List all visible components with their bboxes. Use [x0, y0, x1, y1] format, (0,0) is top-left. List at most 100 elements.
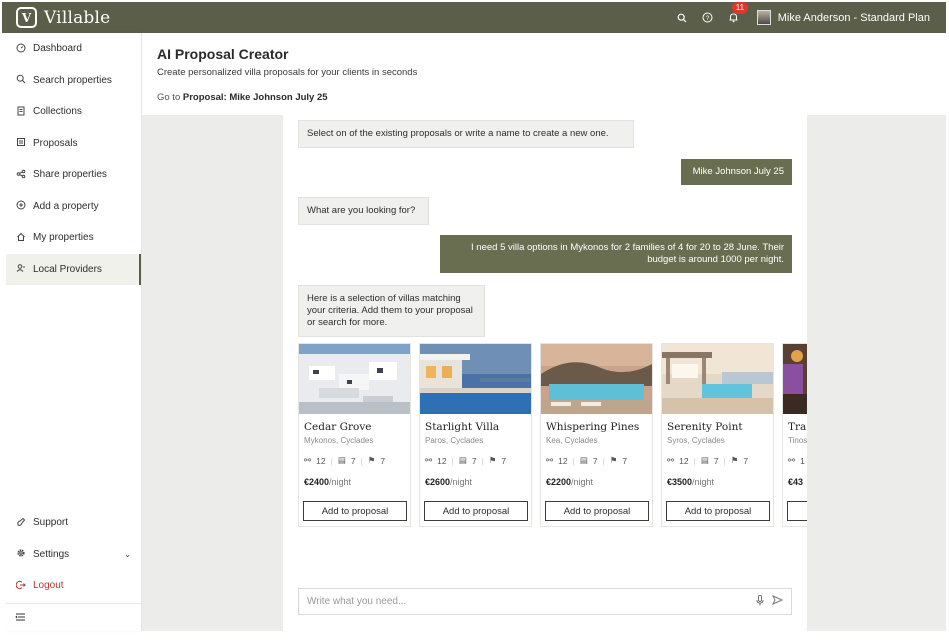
bot-message: Here is a selection of villas matching y…	[298, 285, 485, 337]
user-message: I need 5 villa options in Mykonos for 2 …	[440, 235, 792, 273]
villa-price: €2400/night	[304, 477, 352, 487]
sidebar-item-my-properties[interactable]: My properties	[6, 222, 141, 254]
guests-icon: ⚯	[788, 455, 796, 465]
sidebar-item-search-properties[interactable]: Search properties	[6, 65, 141, 97]
sidebar-item-label: Settings	[33, 548, 70, 560]
villa-location: Tinos	[788, 436, 807, 445]
bathrooms-count: 7	[501, 455, 507, 466]
goto-proposal-link[interactable]: Proposal: Mike Johnson July 25	[183, 92, 328, 103]
villa-specs: ⚯ 12 | ▤ 7 | ⚑ 7	[546, 455, 628, 466]
add-to-proposal-button[interactable]: Add to proposal	[666, 501, 770, 521]
sidebar: Dashboard Search properties Collections …	[6, 33, 142, 631]
brand-logo: V	[16, 7, 37, 28]
user-name[interactable]: Mike Anderson - Standard Plan	[778, 12, 930, 24]
guests-count: 12	[558, 455, 568, 466]
chat-input[interactable]	[307, 596, 756, 607]
sidebar-item-label: Logout	[33, 580, 64, 592]
sidebar-item-label: Collections	[33, 106, 82, 118]
add-to-proposal-button[interactable]: Add to proposal	[303, 501, 407, 521]
villa-name[interactable]: Starlight Villa	[425, 421, 531, 433]
sidebar-item-label: Support	[33, 517, 69, 529]
guests-count: 1	[800, 455, 805, 466]
microphone-icon[interactable]	[756, 594, 764, 609]
support-icon	[15, 517, 27, 529]
sidebar-item-local-providers[interactable]: Local Providers	[6, 253, 141, 285]
villa-price: €2600/night	[425, 477, 473, 487]
villa-name[interactable]: Cedar Grove	[304, 421, 410, 433]
villa-price: €2200/night	[546, 477, 594, 487]
villa-photo	[662, 344, 773, 414]
villa-card[interactable]: Serenity Point Syros, Cyclades ⚯ 12 | ▤ 7 …	[661, 343, 774, 527]
avatar[interactable]	[756, 10, 771, 25]
villa-price: €3500/night	[667, 477, 715, 487]
villa-specs: ⚯ 1	[788, 455, 807, 466]
guests-icon: ⚯	[546, 455, 554, 465]
sidebar-bottom: Support Settings ⌄ Logout	[6, 507, 141, 602]
sidebar-item-support[interactable]: Support	[6, 507, 141, 539]
providers-icon	[15, 263, 27, 275]
logout-icon	[15, 580, 27, 592]
goto-proposal: Go to Proposal: Mike Johnson July 25	[157, 92, 328, 103]
page-title: AI Proposal Creator	[157, 46, 289, 62]
user-message: Mike Johnson July 25	[681, 159, 792, 185]
villa-photo	[420, 344, 531, 414]
villa-name[interactable]: Serenity Point	[667, 421, 773, 433]
share-icon	[15, 169, 27, 181]
collapse-menu-icon	[15, 611, 26, 625]
sidebar-item-label: Proposals	[33, 137, 78, 149]
bath-icon: ⚑	[609, 455, 618, 465]
chat-input-bar	[298, 588, 792, 615]
villa-photo	[783, 344, 807, 414]
search-icon	[15, 74, 27, 86]
gear-icon	[15, 548, 27, 560]
sidebar-item-label: Dashboard	[33, 43, 82, 55]
help-icon[interactable]: ?	[701, 11, 715, 25]
add-to-proposal-button[interactable]: Add to proposal	[424, 501, 528, 521]
collections-icon	[15, 106, 27, 118]
bath-icon: ⚑	[488, 455, 497, 465]
sidebar-item-label: Share properties	[33, 169, 107, 181]
villa-location: Syros, Cyclades	[667, 436, 725, 445]
sidebar-item-settings[interactable]: Settings ⌄	[6, 539, 141, 571]
villa-specs: ⚯ 12 | ▤ 7 | ⚑ 7	[304, 455, 386, 466]
sidebar-item-logout[interactable]: Logout	[6, 570, 141, 602]
sidebar-item-add-property[interactable]: Add a property	[6, 191, 141, 223]
add-to-proposal-button[interactable]: A	[787, 501, 807, 521]
search-icon[interactable]	[675, 11, 689, 25]
bathrooms-count: 7	[743, 455, 749, 466]
villa-cards: Cedar Grove Mykonos, Cyclades ⚯ 12 | ▤ 7 |…	[298, 343, 807, 529]
villa-location: Paros, Cyclades	[425, 436, 484, 445]
bell-icon[interactable]: 11	[727, 1, 749, 25]
guests-icon: ⚯	[667, 455, 675, 465]
villa-photo	[299, 344, 410, 414]
villa-card[interactable]: Tra Tinos ⚯1 €43 A	[782, 343, 807, 527]
sidebar-item-collections[interactable]: Collections	[6, 96, 141, 128]
sidebar-item-share-properties[interactable]: Share properties	[6, 159, 141, 191]
brand-name: Villable	[44, 7, 111, 28]
villa-card[interactable]: Starlight Villa Paros, Cyclades ⚯ 12 | ▤ 7…	[419, 343, 532, 527]
sidebar-nav: Dashboard Search properties Collections …	[6, 33, 141, 285]
sidebar-item-label: Local Providers	[33, 263, 102, 275]
bath-icon: ⚑	[367, 455, 376, 465]
villa-card[interactable]: Whispering Pines Kea, Cyclades ⚯ 12 | ▤ 7 …	[540, 343, 653, 527]
guests-count: 12	[437, 455, 447, 466]
send-icon[interactable]	[771, 594, 784, 608]
bot-message: Select on of the existing proposals or w…	[298, 120, 634, 148]
bot-message: What are you looking for?	[298, 197, 429, 225]
goto-prefix: Go to	[157, 92, 181, 103]
villa-card[interactable]: Cedar Grove Mykonos, Cyclades ⚯ 12 | ▤ 7 |…	[298, 343, 411, 527]
brand[interactable]: V Villable	[16, 7, 110, 28]
villa-location: Kea, Cyclades	[546, 436, 598, 445]
notification-badge: 11	[731, 1, 749, 14]
bed-icon: ▤	[700, 455, 709, 465]
bedrooms-count: 7	[592, 455, 598, 466]
sidebar-item-dashboard[interactable]: Dashboard	[6, 33, 141, 65]
villa-specs: ⚯ 12 | ▤ 7 | ⚑ 7	[425, 455, 507, 466]
collapse-sidebar-button[interactable]	[6, 603, 141, 631]
sidebar-item-proposals[interactable]: Proposals	[6, 128, 141, 160]
add-to-proposal-button[interactable]: Add to proposal	[545, 501, 649, 521]
sidebar-item-label: Search properties	[33, 74, 112, 86]
villa-name[interactable]: Tra	[788, 421, 807, 433]
villa-name[interactable]: Whispering Pines	[546, 421, 652, 433]
villa-price: €43	[788, 477, 804, 487]
